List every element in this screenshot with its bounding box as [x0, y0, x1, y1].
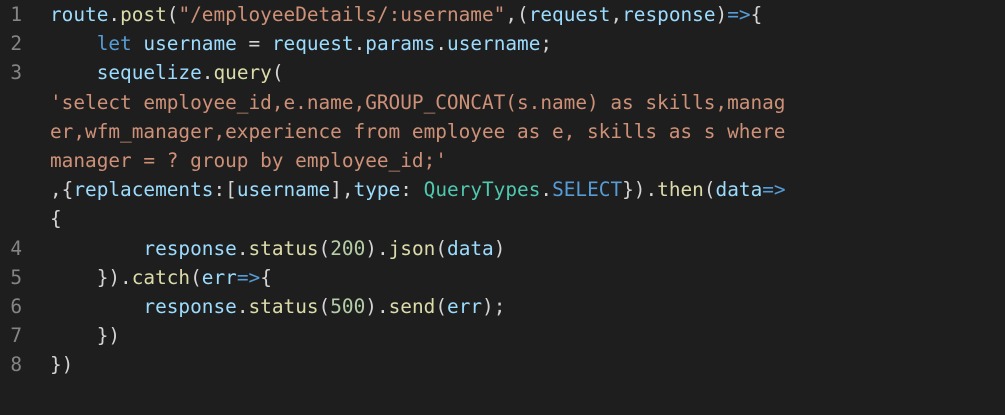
line-number: 1 [10, 3, 22, 26]
code-line-3-wrap-1: 'select employee_id,e.name,GROUP_CONCAT(… [0, 88, 1005, 117]
line-number: 5 [10, 265, 22, 289]
line-code: route.post("/employeeDetails/:username",… [50, 3, 763, 26]
code-line-2: 2 let username = request.params.username… [0, 29, 1005, 58]
code-line-1: 1 route.post("/employeeDetails/:username… [0, 0, 1005, 29]
line-number: 4 [10, 236, 22, 260]
code-line-3-wrap-3: manager = ? group by employee_id;' [0, 146, 1005, 175]
line-code: }).catch(err=>{ [96, 265, 272, 289]
line-code: }) [96, 324, 121, 348]
line-number [0, 117, 22, 146]
line-number [0, 175, 22, 204]
line-code: manager = ? group by employee_id;' [50, 148, 447, 172]
code-line-4: 4 response.status(200).json(data) [0, 234, 1005, 263]
line-number [0, 88, 22, 117]
line-number [0, 204, 22, 233]
code-line-3-wrap-4: ,{replacements:[username],type: QueryTyp… [0, 175, 1005, 204]
code-line-8: 8 }) [0, 350, 1005, 379]
line-number: 2 [10, 32, 22, 56]
line-code: }) [50, 353, 74, 377]
line-code: ,{replacements:[username],type: QueryTyp… [50, 178, 786, 202]
line-code: { [50, 207, 62, 231]
line-number [0, 146, 22, 175]
code-line-5: 5 }).catch(err=>{ [0, 263, 1005, 292]
line-code: response.status(500).send(err); [143, 294, 506, 318]
line-code: 'select employee_id,e.name,GROUP_CONCAT(… [50, 90, 786, 114]
code-line-3-wrap-5: { [0, 204, 1005, 233]
line-number: 7 [10, 324, 22, 348]
code-line-7: 7 }) [0, 321, 1005, 350]
line-number: 8 [10, 353, 22, 377]
line-number: 3 [10, 61, 22, 85]
code-line-3-wrap-2: er,wfm_manager,experience from employee … [0, 117, 1005, 146]
code-line-3: 3 sequelize.query( [0, 58, 1005, 87]
line-code: er,wfm_manager,experience from employee … [50, 119, 786, 143]
code-editor[interactable]: 1 route.post("/employeeDetails/:username… [0, 0, 1005, 415]
line-number: 6 [10, 294, 22, 318]
line-code: let username = request.params.username; [96, 32, 553, 56]
code-line-6: 6 response.status(500).send(err); [0, 292, 1005, 321]
line-code: response.status(200).json(data) [143, 236, 506, 260]
line-code: sequelize.query( [96, 61, 284, 85]
